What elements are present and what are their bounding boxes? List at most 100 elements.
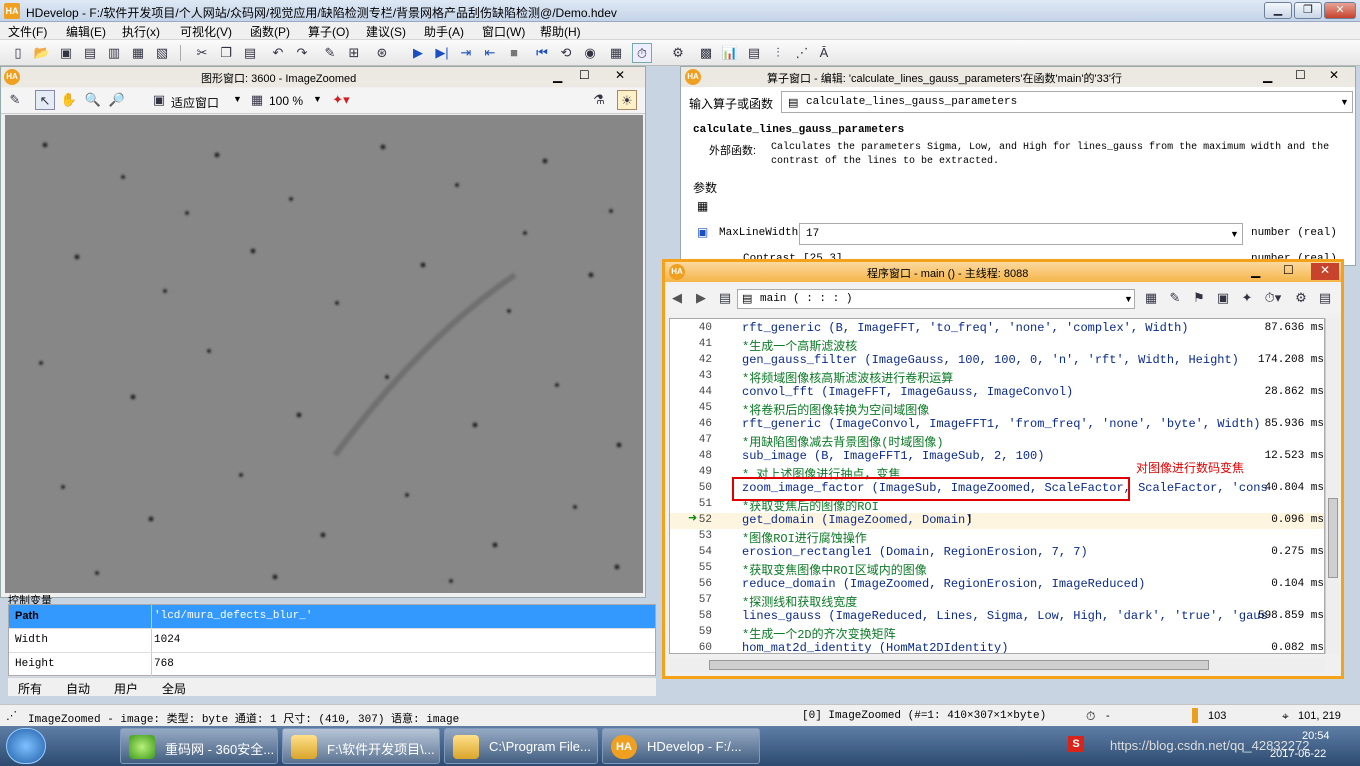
tab-all[interactable]: 所有 (18, 680, 42, 697)
update-window-icon[interactable]: ☀ (617, 90, 637, 110)
variable-row[interactable]: Height 768 (9, 653, 655, 677)
code-editor[interactable]: 40 rft_generic (B, ImageFFT, 'to_freq', '… (669, 318, 1325, 654)
histogram-icon[interactable]: 📊 (720, 43, 740, 63)
code-line[interactable]: 60 hom_mat2d_identity (HomMat2DIdentity) 0… (670, 641, 1324, 653)
skip-icon[interactable]: ✦ (1237, 288, 1257, 308)
program-maximize-button[interactable]: ☐ (1283, 263, 1294, 277)
menu-window[interactable]: 窗口(W) (482, 23, 525, 40)
stack-icon[interactable]: ▦ (606, 43, 626, 63)
run-icon[interactable]: ▶ (408, 43, 428, 63)
copy-icon[interactable]: ❐ (216, 43, 236, 63)
breakpoint-icon[interactable]: ◉ (580, 43, 600, 63)
clock-time[interactable]: 20:54 (1302, 730, 1330, 742)
taskbar-item[interactable]: HA HDevelop - F:/... (602, 728, 760, 764)
hand-icon[interactable]: ✋ (59, 90, 79, 110)
code-line[interactable]: 55 *获取变焦图像中ROI区域内的图像 (670, 561, 1324, 578)
params-grid-icon[interactable]: ▦ (697, 199, 708, 213)
code-vertical-scrollbar[interactable] (1325, 318, 1339, 654)
new-file-icon[interactable]: ▯ (8, 43, 28, 63)
menu-operators[interactable]: 算子(O) (308, 23, 349, 40)
tab-global[interactable]: 全局 (162, 680, 186, 697)
code-line[interactable]: 44 convol_fft (ImageFFT, ImageGauss, Imag… (670, 385, 1324, 401)
menu-assistants[interactable]: 助手(A) (424, 23, 464, 40)
code-line[interactable]: 57 *探测线和获取线宽度 (670, 593, 1324, 610)
save-icon[interactable]: ▣ (56, 43, 76, 63)
graphics-close-button[interactable]: ✕ (615, 68, 625, 82)
timer-icon[interactable]: ⏱▾ (1263, 288, 1283, 308)
code-line[interactable]: 53 *图像ROI进行腐蚀操作 (670, 529, 1324, 546)
menu-execute[interactable]: 执行(x) (122, 23, 160, 40)
activate-icon[interactable]: ⚑ (1189, 288, 1209, 308)
step-out-icon[interactable]: ⇤ (480, 43, 500, 63)
operator-input[interactable]: ▤ calculate_lines_gauss_parameters ▼ (781, 91, 1353, 113)
cut-icon[interactable]: ✂ (192, 43, 212, 63)
variable-row[interactable]: Path 'lcd/mura_defects_blur_' (9, 605, 655, 629)
scrollbar-thumb[interactable] (1328, 498, 1338, 578)
taskbar-item[interactable]: F:\软件开发项目\... (282, 728, 440, 764)
ocr-icon[interactable]: Ā (814, 43, 834, 63)
assistant-icon[interactable]: ⚙ (668, 43, 688, 63)
clear-window-icon[interactable]: ⚗ (589, 90, 609, 110)
pointer-icon[interactable]: ↖ (35, 90, 55, 110)
code-line[interactable]: 40 rft_generic (B, ImageFFT, 'to_freq', '… (670, 321, 1324, 337)
reset-program-icon[interactable]: ⟲ (556, 43, 576, 63)
code-line[interactable]: 41 *生成一个高斯滤波核 (670, 337, 1324, 354)
graphics-maximize-button[interactable]: ☐ (579, 68, 590, 82)
edit-icon[interactable]: ✎ (320, 43, 340, 63)
minimize-button[interactable]: ▁ (1264, 2, 1292, 19)
code-line[interactable]: 47 *用缺陷图像减去背景图像(时域图像) (670, 433, 1324, 450)
code-line[interactable]: 43 *将频域图像核高斯滤波核进行卷积运算 (670, 369, 1324, 386)
code-line[interactable]: 58 lines_gauss (ImageReduced, Lines, Sigm… (670, 609, 1324, 625)
start-button[interactable] (6, 728, 46, 764)
graphics-minimize-button[interactable]: ▁ (553, 69, 562, 83)
menu-file[interactable]: 文件(F) (8, 23, 47, 40)
menu-edit[interactable]: 编辑(E) (66, 23, 106, 40)
clock-date[interactable]: 2017-06-22 (1270, 748, 1326, 760)
operator-minimize-button[interactable]: ▁ (1263, 69, 1272, 83)
fit-window-dropdown-icon[interactable]: ▼ (233, 94, 242, 104)
program-close-button[interactable]: ✕ (1311, 263, 1339, 280)
line-profile-icon[interactable]: ⫶ (768, 43, 788, 63)
undo-icon[interactable]: ↶ (268, 43, 288, 63)
menu-procedures[interactable]: 函数(P) (250, 23, 290, 40)
inspect-icon[interactable]: ⋰ (792, 43, 812, 63)
code-line[interactable]: 45 *将卷积后的图像转换为空间域图像 (670, 401, 1324, 418)
close-button[interactable]: ✕ (1324, 2, 1356, 19)
program-minimize-button[interactable]: ▁ (1251, 264, 1260, 278)
procedure-dropdown-icon[interactable]: ▼ (1124, 294, 1133, 304)
pen-icon[interactable]: ✎ (5, 90, 25, 110)
profiler-icon[interactable]: ⏱ (632, 43, 652, 63)
zoom-percent-icon[interactable]: ▦ (247, 90, 267, 110)
code-line[interactable]: 56 reduce_domain (ImageZoomed, RegionEros… (670, 577, 1324, 593)
color-icon[interactable]: ✦▾ (331, 90, 351, 110)
feature-icon[interactable]: ▤ (744, 43, 764, 63)
stop-icon[interactable]: ■ (504, 43, 524, 63)
zoom-percent-label[interactable]: 100 % (269, 94, 303, 108)
code-horizontal-scrollbar[interactable] (669, 658, 1325, 672)
back-icon[interactable]: ◀ (667, 288, 687, 308)
step-over-icon[interactable]: ▶| (432, 43, 452, 63)
tab-auto[interactable]: 自动 (66, 680, 90, 697)
variable-row[interactable]: Width 1024 (9, 629, 655, 653)
redo-icon[interactable]: ↷ (292, 43, 312, 63)
open-file-icon[interactable]: 📂 (32, 43, 52, 63)
properties-icon[interactable]: ▧ (152, 43, 172, 63)
operator-close-button[interactable]: ✕ (1329, 68, 1339, 82)
gray-histogram-icon[interactable]: ▩ (696, 43, 716, 63)
fit-window-label[interactable]: 适应窗口 (171, 94, 219, 111)
procedure-interface-icon[interactable]: ▦ (1141, 288, 1161, 308)
procedure-selector[interactable]: ▤ main ( : : : ) ▼ (737, 289, 1135, 309)
code-line[interactable]: 42 gen_gauss_filter (ImageGauss, 100, 100… (670, 353, 1324, 369)
settings-icon[interactable]: ⚙ (1291, 288, 1311, 308)
menu-visualize[interactable]: 可视化(V) (180, 23, 232, 40)
paste-icon[interactable]: ▤ (240, 43, 260, 63)
help-icon[interactable]: ▤ (1315, 288, 1335, 308)
step-into-icon[interactable]: ⇥ (456, 43, 476, 63)
zoom-dropdown-arrow-icon[interactable]: ▼ (313, 94, 322, 104)
code-line[interactable]: 59 *生成一个2D的齐次变换矩阵 (670, 625, 1324, 642)
param-dropdown-icon[interactable]: ▼ (1230, 229, 1239, 239)
param-value-field[interactable]: 17 ▼ (799, 223, 1243, 245)
print-icon[interactable]: ▥ (104, 43, 124, 63)
reset-icon[interactable]: ⏮ (532, 43, 552, 63)
tray-app-icon[interactable]: S (1068, 736, 1084, 752)
